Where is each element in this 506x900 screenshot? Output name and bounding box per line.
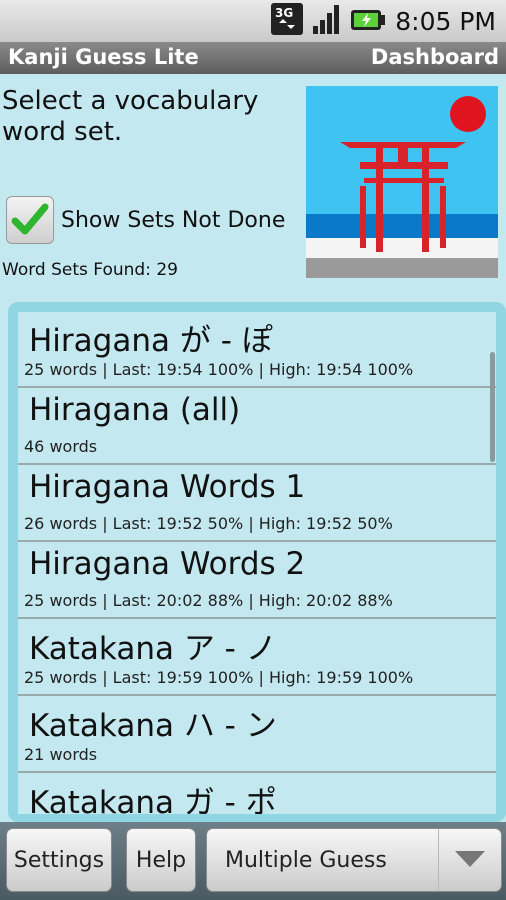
svg-text:3G: 3G: [275, 6, 293, 20]
word-set-name: Katakana ハ - ン: [29, 708, 277, 744]
list-item[interactable]: Katakana ハ - ン 21 words: [18, 697, 496, 773]
mode-dropdown[interactable]: Multiple Guess: [206, 828, 502, 892]
list-item[interactable]: Hiragana Words 2 25 words | Last: 20:02 …: [18, 543, 496, 619]
word-set-meta: 46 words: [24, 437, 98, 456]
word-set-list-frame: Hiragana が - ぽ 25 words | Last: 19:54 10…: [8, 302, 506, 822]
page-prompt: Select a vocabulary word set.: [2, 86, 259, 147]
dashboard-link[interactable]: Dashboard: [371, 45, 499, 69]
word-sets-found-count: Word Sets Found: 29: [2, 260, 178, 280]
bottom-toolbar: Settings Help Multiple Guess: [0, 822, 506, 900]
list-item[interactable]: Hiragana が - ぽ 25 words | Last: 19:54 10…: [18, 312, 496, 388]
network-3g-icon: 3G: [271, 3, 304, 39]
show-sets-not-done-checkbox[interactable]: [6, 196, 54, 244]
word-set-name: Katakana ア - ノ: [29, 631, 277, 667]
list-item[interactable]: Hiragana Words 1 26 words | Last: 19:52 …: [18, 466, 496, 542]
settings-button[interactable]: Settings: [6, 828, 112, 892]
list-item[interactable]: Hiragana (all) 46 words: [18, 389, 496, 465]
word-set-meta: 26 words | Last: 19:52 50% | High: 19:52…: [24, 514, 393, 533]
word-set-meta: 25 words | Last: 19:54 100% | High: 19:5…: [24, 360, 414, 379]
battery-charging-icon: [351, 6, 386, 36]
dropdown-arrow-icon: [438, 829, 501, 891]
signal-strength-icon: [313, 4, 341, 38]
help-button[interactable]: Help: [126, 828, 196, 892]
word-set-list[interactable]: Hiragana が - ぽ 25 words | Last: 19:54 10…: [18, 312, 496, 814]
list-item[interactable]: Katakana ガ - ポ: [18, 774, 496, 814]
mode-selected-value: Multiple Guess: [225, 847, 387, 873]
word-set-meta: 25 words | Last: 19:59 100% | High: 19:5…: [24, 668, 414, 687]
word-set-meta: 25 words | Last: 20:02 88% | High: 20:02…: [24, 591, 393, 610]
clock-time: 8:05 PM: [395, 6, 496, 36]
checkmark-icon: [11, 203, 49, 235]
word-set-name: Hiragana Words 1: [29, 469, 306, 505]
list-scrollbar[interactable]: [490, 352, 495, 462]
list-item[interactable]: Katakana ア - ノ 25 words | Last: 19:59 10…: [18, 620, 496, 696]
word-set-name: Hiragana (all): [29, 392, 241, 428]
app-title: Kanji Guess Lite: [8, 45, 199, 69]
status-icons: 3G 8:05 PM: [271, 3, 496, 39]
word-set-name: Hiragana が - ぽ: [29, 323, 273, 359]
torii-gate-image: [306, 86, 498, 278]
word-set-name: Hiragana Words 2: [29, 546, 306, 582]
status-bar: 3G 8:05 PM: [0, 0, 506, 42]
word-set-name: Katakana ガ - ポ: [29, 785, 277, 814]
show-sets-not-done-label[interactable]: Show Sets Not Done: [61, 208, 285, 233]
title-bar: Kanji Guess Lite Dashboard: [0, 42, 506, 74]
word-set-meta: 21 words: [24, 745, 98, 764]
